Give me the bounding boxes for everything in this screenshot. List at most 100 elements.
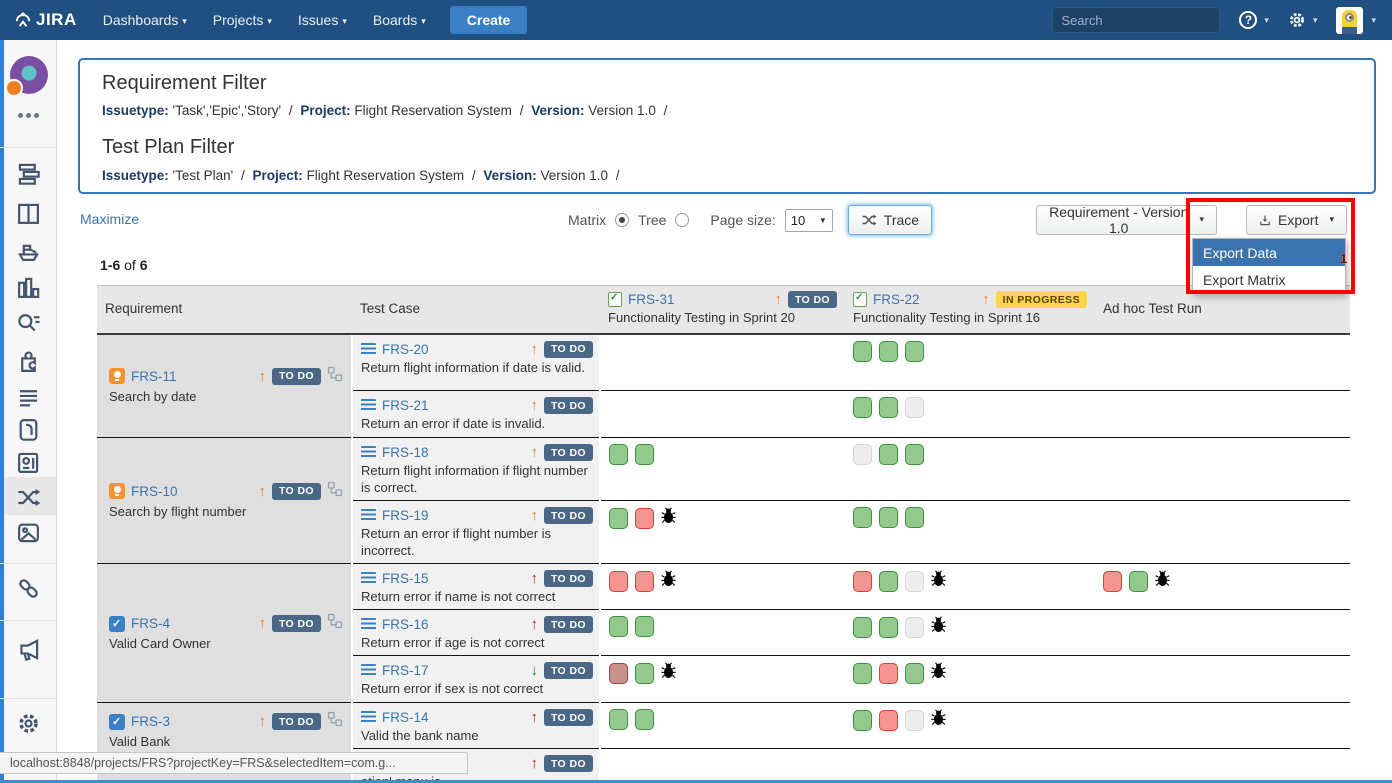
bug-icon[interactable] (661, 662, 676, 684)
test-run-status-pass[interactable] (635, 444, 654, 465)
nav-dashboards[interactable]: Dashboards (103, 12, 187, 28)
hierarchy-icon[interactable] (327, 481, 343, 502)
user-menu[interactable] (1336, 7, 1376, 34)
reports-icon[interactable] (16, 275, 41, 300)
test-run-status-fail[interactable] (635, 508, 654, 529)
test-run-status-fail[interactable] (1103, 571, 1122, 592)
test-run-status-pass[interactable] (853, 507, 872, 528)
documents-icon[interactable] (16, 417, 41, 442)
media-icon[interactable] (16, 520, 41, 545)
test-run-status-fail[interactable] (609, 571, 628, 592)
nav-projects[interactable]: Projects (213, 12, 272, 28)
bug-icon[interactable] (931, 570, 946, 592)
test-run-status-pass[interactable] (609, 508, 628, 529)
matrix-radio[interactable] (615, 213, 629, 227)
add-ons-icon[interactable] (16, 349, 41, 374)
issue-key-link[interactable]: FRS-4 (131, 616, 170, 631)
settings-icon[interactable] (16, 711, 41, 736)
test-run-status-pass[interactable] (1129, 571, 1148, 592)
test-run-status-na[interactable] (905, 710, 924, 731)
test-run-status-pass[interactable] (635, 709, 654, 730)
hierarchy-icon[interactable] (327, 366, 343, 387)
admin-menu[interactable] (1288, 11, 1318, 29)
issue-key-link[interactable]: FRS-10 (131, 484, 178, 499)
help-menu[interactable] (1239, 11, 1269, 29)
bug-icon[interactable] (661, 507, 676, 529)
issue-key-link[interactable]: FRS-31 (628, 292, 675, 307)
page-size-select[interactable]: 10▼ (785, 209, 833, 232)
test-run-status-pass[interactable] (879, 341, 898, 362)
create-button[interactable]: Create (450, 6, 528, 34)
test-run-status-pass[interactable] (905, 663, 924, 684)
releases-icon[interactable] (16, 238, 41, 263)
trace-button[interactable]: Trace (848, 205, 932, 235)
issue-key-link[interactable]: FRS-15 (382, 571, 429, 586)
bug-icon[interactable] (1155, 570, 1170, 592)
board-icon[interactable] (16, 201, 41, 226)
test-run-status-pass[interactable] (635, 616, 654, 637)
menu-item-export-matrix[interactable]: Export Matrix (1193, 266, 1345, 293)
issue-key-link[interactable]: FRS-18 (382, 445, 429, 460)
test-run-status-pass[interactable] (853, 617, 872, 638)
version-selector-button[interactable]: Requirement - Version 1.0 (1036, 205, 1217, 235)
bug-icon[interactable] (931, 709, 946, 731)
issue-key-link[interactable]: FRS-11 (131, 369, 177, 384)
search-input[interactable] (1061, 13, 1237, 28)
test-run-status-pass[interactable] (879, 397, 898, 418)
jira-logo[interactable]: JIRA (14, 10, 77, 30)
test-run-status-pass[interactable] (853, 341, 872, 362)
test-run-status-fail[interactable] (879, 663, 898, 684)
pages-icon[interactable] (16, 385, 41, 410)
test-run-status-fail[interactable] (853, 571, 872, 592)
project-avatar[interactable] (10, 56, 48, 94)
hierarchy-icon[interactable] (327, 711, 343, 732)
test-run-status-pass[interactable] (853, 663, 872, 684)
contacts-icon[interactable] (16, 450, 41, 475)
menu-item-export-data[interactable]: Export Data (1193, 239, 1345, 266)
test-run-status-na[interactable] (853, 444, 872, 465)
export-button[interactable]: Export (1246, 205, 1347, 235)
issue-key-link[interactable]: FRS-14 (382, 710, 429, 725)
test-run-status-pass[interactable] (853, 710, 872, 731)
test-run-status-pass[interactable] (905, 444, 924, 465)
announcements-icon[interactable] (16, 637, 41, 662)
issue-key-link[interactable]: FRS-21 (382, 398, 429, 413)
test-run-status-pass[interactable] (635, 663, 654, 684)
test-run-status-pass[interactable] (853, 397, 872, 418)
traceability-icon[interactable] (16, 485, 41, 510)
link-icon[interactable] (16, 576, 41, 601)
bug-icon[interactable] (931, 616, 946, 638)
nav-boards[interactable]: Boards (373, 12, 426, 28)
issue-key-link[interactable]: FRS-20 (382, 342, 429, 357)
queues-icon[interactable] (16, 161, 41, 186)
search-box[interactable] (1052, 7, 1220, 33)
test-run-status-pass[interactable] (609, 444, 628, 465)
bug-icon[interactable] (661, 570, 676, 592)
test-run-status-pass[interactable] (905, 341, 924, 362)
issue-key-link[interactable]: FRS-16 (382, 617, 429, 632)
test-run-status-na[interactable] (905, 617, 924, 638)
test-run-status-pass[interactable] (905, 507, 924, 528)
maximize-link[interactable]: Maximize (80, 211, 139, 227)
test-run-status-fail[interactable] (879, 710, 898, 731)
test-run-status-na[interactable] (905, 571, 924, 592)
test-run-status-pass[interactable] (879, 617, 898, 638)
issue-key-link[interactable]: FRS-19 (382, 508, 429, 523)
issue-key-link[interactable]: FRS-22 (873, 292, 920, 307)
bug-icon[interactable] (931, 662, 946, 684)
nav-issues[interactable]: Issues (298, 12, 347, 28)
tree-radio[interactable] (675, 213, 689, 227)
test-run-status-pass[interactable] (879, 507, 898, 528)
test-run-status-pass[interactable] (879, 571, 898, 592)
test-run-status-pass[interactable] (879, 444, 898, 465)
test-run-status-na[interactable] (905, 397, 924, 418)
issue-key-link[interactable]: FRS-17 (382, 663, 429, 678)
test-run-status-fail[interactable] (635, 571, 654, 592)
hierarchy-icon[interactable] (327, 613, 343, 634)
test-run-status-fail-muted[interactable] (609, 663, 628, 684)
search-issues-icon[interactable] (16, 311, 41, 336)
test-run-status-pass[interactable] (609, 616, 628, 637)
test-run-status-pass[interactable] (609, 709, 628, 730)
issue-key-link[interactable]: FRS-3 (131, 714, 170, 729)
more-options-icon[interactable] (18, 113, 23, 118)
